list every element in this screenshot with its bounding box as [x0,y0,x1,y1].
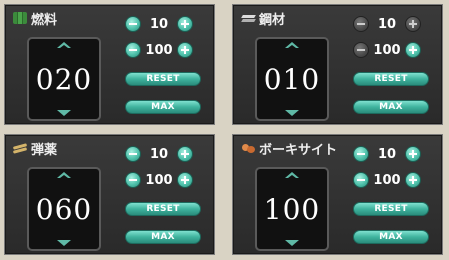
step-large-row: 100 [353,171,421,189]
max-button[interactable]: MAX [353,100,429,114]
plus-100-button[interactable] [405,172,421,188]
plus-100-button[interactable] [177,172,193,188]
step-large-row: 100 [125,171,193,189]
panel-header: 燃料 [13,9,58,28]
resource-name: 鋼材 [259,12,286,28]
resource-value: 100 [263,193,321,226]
step-small-label: 10 [149,146,169,162]
fuel-icon [13,12,27,24]
minus-10-button[interactable] [125,146,141,162]
resource-name: 燃料 [31,12,58,28]
value-counter: 010 [255,37,329,121]
step-small-row: 10 [125,145,193,163]
step-large-label: 100 [145,42,173,58]
steel-panel: 鋼材 010 10 100 RESET MAX [232,4,443,125]
decrease-arrow-icon[interactable] [285,237,299,246]
increase-arrow-icon[interactable] [285,42,299,48]
steel-icon [241,12,255,24]
resource-value: 060 [35,193,93,226]
step-large-label: 100 [145,172,173,188]
increase-arrow-icon[interactable] [57,172,71,178]
reset-button[interactable]: RESET [125,202,201,216]
reset-button[interactable]: RESET [353,202,429,216]
resource-value: 020 [35,63,93,96]
minus-100-button[interactable] [353,42,369,58]
ammo-icon [13,142,27,154]
resource-name: 弾薬 [31,142,58,158]
bauxite-icon [241,142,255,154]
decrease-arrow-icon[interactable] [285,107,299,116]
max-button[interactable]: MAX [125,230,201,244]
plus-10-button[interactable] [177,146,193,162]
step-small-label: 10 [377,16,397,32]
value-counter: 100 [255,167,329,251]
minus-100-button[interactable] [353,172,369,188]
increase-arrow-icon[interactable] [57,42,71,48]
plus-10-button[interactable] [405,146,421,162]
plus-10-button[interactable] [177,16,193,32]
ammo-panel: 弾薬 060 10 100 RESET MAX [4,134,215,255]
step-large-label: 100 [373,42,401,58]
minus-100-button[interactable] [125,172,141,188]
fuel-panel: 燃料 020 10 100 RESET MAX [4,4,215,125]
reset-button[interactable]: RESET [353,72,429,86]
step-small-row: 10 [353,15,421,33]
resource-name: ボーキサイト [259,142,338,158]
plus-100-button[interactable] [405,42,421,58]
step-large-row: 100 [353,41,421,59]
decrease-arrow-icon[interactable] [57,107,71,116]
plus-10-button[interactable] [405,16,421,32]
minus-100-button[interactable] [125,42,141,58]
resource-value: 010 [263,63,321,96]
minus-10-button[interactable] [125,16,141,32]
increase-arrow-icon[interactable] [285,172,299,178]
decrease-arrow-icon[interactable] [57,237,71,246]
max-button[interactable]: MAX [353,230,429,244]
plus-100-button[interactable] [177,42,193,58]
value-counter: 020 [27,37,101,121]
minus-10-button[interactable] [353,146,369,162]
step-small-label: 10 [377,146,397,162]
panel-header: 弾薬 [13,139,58,158]
panel-header: ボーキサイト [241,139,338,158]
max-button[interactable]: MAX [125,100,201,114]
step-large-label: 100 [373,172,401,188]
value-counter: 060 [27,167,101,251]
reset-button[interactable]: RESET [125,72,201,86]
step-large-row: 100 [125,41,193,59]
bauxite-panel: ボーキサイト 100 10 100 RESET MAX [232,134,443,255]
minus-10-button[interactable] [353,16,369,32]
step-small-row: 10 [125,15,193,33]
step-small-label: 10 [149,16,169,32]
step-small-row: 10 [353,145,421,163]
panel-header: 鋼材 [241,9,286,28]
